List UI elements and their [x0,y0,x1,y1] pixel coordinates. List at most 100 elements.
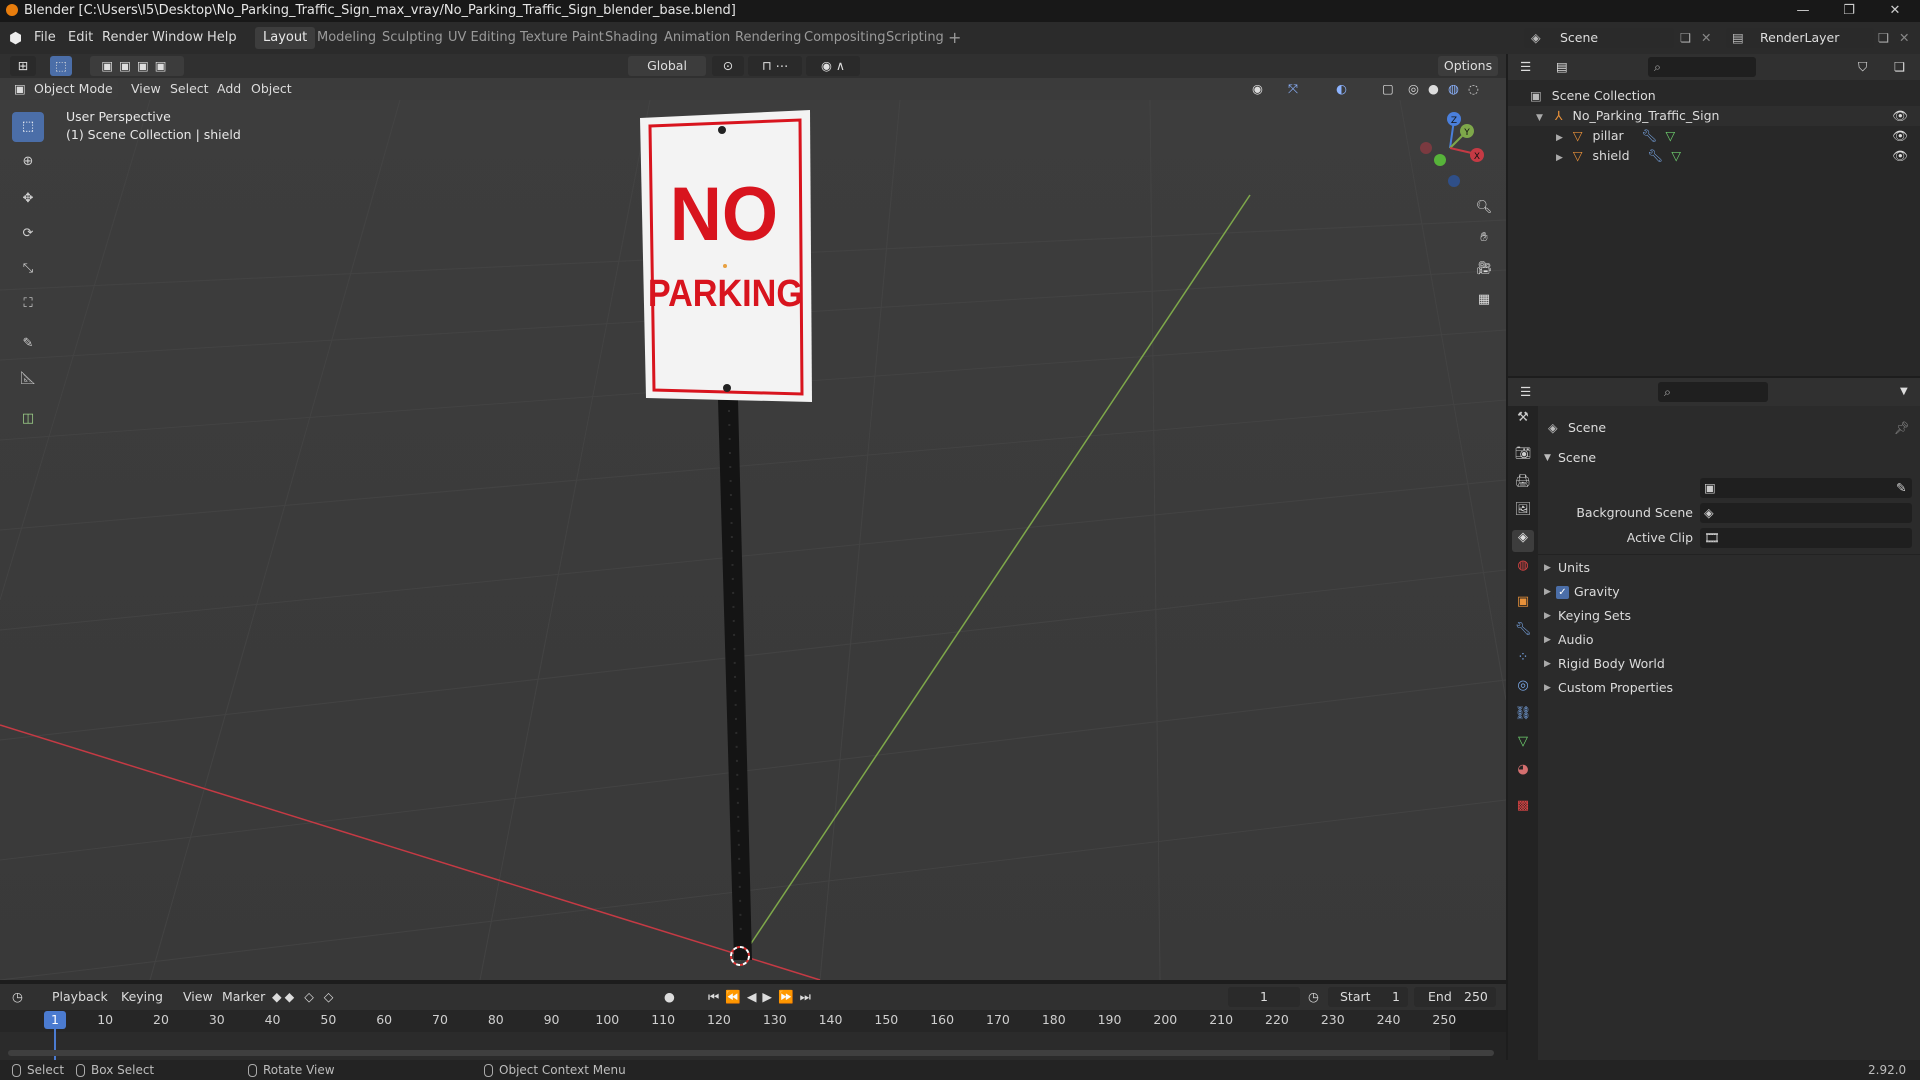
tab-layout[interactable]: Layout [255,27,316,49]
render-layer-selector[interactable]: RenderLayer [1726,28,1874,48]
outliner-row-shield[interactable]: ▶ ▽ shield 🔧︎ ▽ 👁︎ [1508,146,1920,166]
filter-icon[interactable]: ⛉ [1858,57,1867,77]
modifier-wrench-icon[interactable]: 🔧︎ [1642,128,1658,143]
expand-arrow-icon[interactable]: ▶ [1544,630,1551,650]
timeline-view-menu[interactable]: View [183,987,213,1007]
menu-select[interactable]: Select [170,79,209,99]
scene-panel-header[interactable]: Scene [1558,448,1596,468]
collapse-arrow-icon[interactable]: ▼ [1536,113,1543,123]
zoom-icon[interactable]: 🔍︎ [1472,196,1496,220]
solid-shading-icon[interactable]: ● [1428,79,1439,99]
move-tool-icon[interactable]: ✥ [12,184,44,214]
transform-tool-icon[interactable]: ⛶ [12,289,44,319]
select-tool-icon[interactable]: ⬚ [50,56,72,76]
expand-arrow-icon[interactable]: ▶ [1544,606,1551,626]
pivot-point-icon[interactable]: ⊙ [712,56,744,76]
annotate-tool-icon[interactable]: ✎ [12,329,44,359]
object-tab-icon[interactable]: ▣ [1512,594,1534,616]
select-box-tool-icon[interactable]: ⬚ [12,112,44,142]
scale-tool-icon[interactable]: ⤡ [12,254,44,284]
transform-orientation-dropdown[interactable]: Global [628,56,706,76]
menu-view[interactable]: View [131,79,161,99]
marker-menu[interactable]: Marker [222,987,265,1007]
audio-panel-header[interactable]: Audio [1558,630,1594,650]
overlay-toggle-icon[interactable]: ◐ [1336,79,1347,99]
mesh-data-icon[interactable]: ▽ [1671,148,1681,163]
navigation-gizmo[interactable]: Z Y X [1410,108,1490,188]
expand-arrow-icon[interactable]: ▶ [1544,558,1551,578]
expand-arrow-icon[interactable]: ▶ [1556,133,1563,143]
tab-modeling[interactable]: Modeling [309,27,384,49]
outliner-row-scene-collection[interactable]: ▣ Scene Collection [1508,86,1920,106]
keying-menu[interactable]: Keying [121,987,163,1007]
delete-layer-icon[interactable]: ✕ [1899,28,1909,48]
menu-object[interactable]: Object [251,79,292,99]
playback-menu[interactable]: Playback [52,987,108,1007]
camera-view-icon[interactable]: 🎥︎ [1472,257,1496,281]
eyedropper-icon[interactable]: ✎ [1896,478,1906,498]
new-scene-icon[interactable]: ❏ [1680,28,1691,48]
rendered-shading-icon[interactable]: ◌ [1468,79,1479,99]
expand-arrow-icon[interactable]: ▶ [1544,654,1551,674]
select-mode-icons[interactable]: ▣▣▣▣ [90,56,184,76]
modifier-tab-icon[interactable]: 🔧︎ [1512,622,1534,644]
particles-tab-icon[interactable]: ⁘ [1512,650,1534,672]
texture-tab-icon[interactable]: ▩ [1512,798,1534,820]
menu-file[interactable]: File [34,22,56,54]
material-tab-icon[interactable]: ◕ [1512,762,1534,784]
outliner-display-mode-icon[interactable]: ▤ [1556,57,1568,77]
outliner-row-no-parking-traffic-sign[interactable]: ▼ ⅄ No_Parking_Traffic_Sign 👁︎ [1508,106,1920,126]
visibility-icon[interactable]: ◉ [1252,79,1263,99]
outliner-search-input[interactable] [1648,57,1756,77]
blender-menu-icon[interactable]: ⬢ [9,22,22,54]
preview-range-icon[interactable]: ◷ [1308,987,1319,1007]
render-tab-icon[interactable]: 📷︎ [1512,446,1534,468]
scene-selector[interactable]: Scene [1524,28,1674,48]
expand-arrow-icon[interactable]: ▶ [1556,153,1563,163]
ortho-grid-icon[interactable]: ▦ [1472,288,1496,312]
world-tab-icon[interactable]: ◍ [1512,558,1534,580]
background-scene-field[interactable] [1700,503,1912,523]
timeline-editor-type-icon[interactable]: ◷ [12,987,23,1007]
expand-arrow-icon[interactable]: ▶ [1544,678,1551,698]
xray-icon[interactable]: ▢ [1382,79,1394,99]
menu-window[interactable]: Window [152,22,203,54]
gravity-checkbox[interactable]: ✓ [1556,586,1569,599]
editor-type-icon[interactable]: ⊞ [10,56,36,76]
pin-icon[interactable]: 📌︎ [1894,418,1910,438]
properties-editor-type-icon[interactable]: ☰ [1520,382,1531,402]
object-mode-dropdown[interactable]: Object Mode [10,79,118,99]
3d-viewport[interactable]: NO PARKING User Perspective (1) Scene Co… [0,100,1506,980]
tool-tab-icon[interactable]: ⚒ [1512,410,1534,432]
modifier-wrench-icon[interactable]: 🔧︎ [1648,148,1664,163]
collapse-arrow-icon[interactable]: ▼ [1544,448,1551,468]
restore-button[interactable]: ❐ [1826,0,1872,22]
visibility-eye-icon[interactable]: 👁︎ [1892,146,1908,166]
custom-properties-panel-header[interactable]: Custom Properties [1558,678,1673,698]
mesh-data-icon[interactable]: ▽ [1666,128,1676,143]
data-tab-icon[interactable]: ▽ [1512,734,1534,756]
playback-controls[interactable]: ⏮⏪◀▶⏩⏭ [708,987,817,1007]
cursor-tool-icon[interactable]: ⊕ [12,147,44,177]
current-frame-field[interactable]: 1 [1228,987,1300,1007]
keyframe-icons[interactable]: ◆◆ ◇ ◇ [272,987,336,1007]
rotate-tool-icon[interactable]: ⟳ [12,219,44,249]
constraints-tab-icon[interactable]: ⛓︎ [1512,706,1534,728]
add-workspace-icon[interactable]: + [940,27,969,49]
outliner-row-pillar[interactable]: ▶ ▽ pillar 🔧︎ ▽ 👁︎ [1508,126,1920,146]
menu-help[interactable]: Help [207,22,237,54]
auto-keying-icon[interactable]: ● [664,987,675,1007]
material-shading-icon[interactable]: ◍ [1448,79,1459,99]
proportional-edit-icon[interactable]: ◉ ∧ [806,56,860,76]
minimize-button[interactable]: — [1780,0,1826,22]
menu-edit[interactable]: Edit [68,22,93,54]
keying-sets-panel-header[interactable]: Keying Sets [1558,606,1631,626]
output-tab-icon[interactable]: 🖨︎ [1512,474,1534,496]
options-dropdown[interactable]: Options [1438,56,1498,76]
timeline-scrollbar[interactable] [8,1050,1494,1056]
new-layer-icon[interactable]: ❏ [1878,28,1889,48]
active-clip-field[interactable] [1700,528,1912,548]
menu-render[interactable]: Render [102,22,148,54]
visibility-eye-icon[interactable]: 👁︎ [1892,126,1908,146]
add-cube-tool-icon[interactable]: ◫ [12,404,44,434]
